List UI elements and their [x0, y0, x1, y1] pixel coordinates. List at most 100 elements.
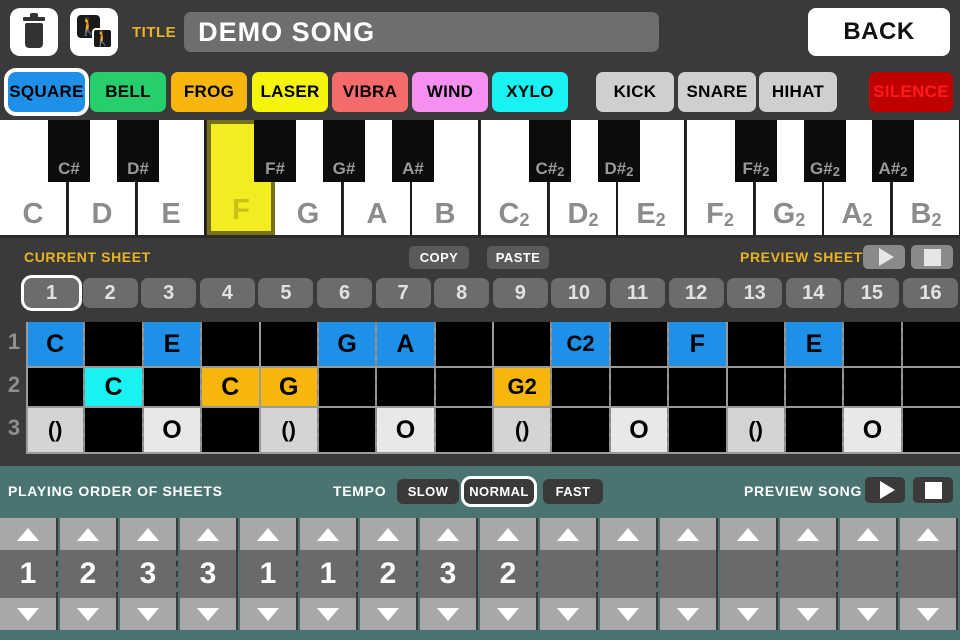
tempo-button-fast[interactable]: FAST: [543, 479, 603, 504]
instrument-button-snare[interactable]: SNARE: [678, 72, 756, 112]
sequence-value-11[interactable]: [600, 550, 658, 598]
instrument-button-silence[interactable]: SILENCE: [869, 72, 953, 112]
sequence-increment-button-11[interactable]: [600, 518, 658, 550]
black-key-dsharp2[interactable]: D#2: [598, 120, 640, 182]
duplicate-icon[interactable]: 🚶 🚶: [70, 8, 118, 56]
sequence-value-12[interactable]: [660, 550, 718, 598]
grid-cell-r3-c15[interactable]: O: [844, 408, 901, 452]
grid-cell-r2-c5[interactable]: G: [260, 368, 317, 406]
sequence-decrement-button-13[interactable]: [720, 598, 778, 630]
grid-cell-r1-c10[interactable]: C2: [552, 322, 609, 366]
sheet-tab-16[interactable]: 16: [903, 278, 958, 308]
instrument-button-xylo[interactable]: XYLO: [492, 72, 568, 112]
grid-cell-r1-c6[interactable]: G: [318, 322, 376, 366]
instrument-button-hihat[interactable]: HIHAT: [759, 72, 837, 112]
sequence-value-8[interactable]: 3: [420, 550, 478, 598]
sequence-value-7[interactable]: 2: [360, 550, 418, 598]
sequence-increment-button-9[interactable]: [480, 518, 538, 550]
sequence-decrement-button-1[interactable]: [0, 598, 58, 630]
grid-cell-r3-c11[interactable]: O: [610, 408, 668, 452]
sequence-decrement-button-16[interactable]: [900, 598, 958, 630]
instrument-button-wind[interactable]: WIND: [412, 72, 488, 112]
sheet-tab-8[interactable]: 8: [434, 278, 490, 308]
sequence-value-15[interactable]: [840, 550, 898, 598]
black-key-gsharp[interactable]: G#: [323, 120, 365, 182]
sequence-increment-button-16[interactable]: [900, 518, 958, 550]
sequence-value-16[interactable]: [900, 550, 958, 598]
grid-cell-r1-c7[interactable]: A: [377, 322, 434, 366]
sequence-decrement-button-9[interactable]: [480, 598, 538, 630]
instrument-button-bell[interactable]: BELL: [90, 72, 166, 112]
grid-cell-r1-c1[interactable]: C: [27, 322, 84, 366]
instrument-button-frog[interactable]: FROG: [171, 72, 247, 112]
sequence-decrement-button-6[interactable]: [300, 598, 358, 630]
preview-song-stop-button[interactable]: [913, 477, 953, 503]
sheet-tab-14[interactable]: 14: [785, 278, 841, 308]
sheet-tab-10[interactable]: 10: [551, 278, 607, 308]
black-key-csharp[interactable]: C#: [48, 120, 90, 182]
sequence-increment-button-3[interactable]: [120, 518, 178, 550]
sequence-value-5[interactable]: 1: [240, 550, 298, 598]
sequence-decrement-button-5[interactable]: [240, 598, 298, 630]
sheet-tab-12[interactable]: 12: [668, 278, 724, 308]
sheet-tab-5[interactable]: 5: [258, 278, 314, 308]
black-key-fsharp[interactable]: F#: [254, 120, 296, 182]
black-key-asharp[interactable]: A#: [392, 120, 434, 182]
sequence-value-10[interactable]: [540, 550, 598, 598]
sequence-decrement-button-15[interactable]: [840, 598, 898, 630]
paste-button[interactable]: PASTE: [487, 246, 549, 269]
sequence-decrement-button-10[interactable]: [540, 598, 598, 630]
grid-cell-r3-c3[interactable]: O: [143, 408, 201, 452]
grid-cell-r1-c14[interactable]: E: [785, 322, 843, 366]
preview-song-play-button[interactable]: [865, 477, 905, 503]
sheet-tab-7[interactable]: 7: [375, 278, 431, 308]
grid-cell-r2-c4[interactable]: C: [202, 368, 259, 406]
tempo-button-slow[interactable]: SLOW: [397, 479, 459, 504]
sheet-tab-4[interactable]: 4: [199, 278, 255, 308]
sequence-increment-button-5[interactable]: [240, 518, 298, 550]
black-key-gsharp2[interactable]: G#2: [804, 120, 846, 182]
sequence-increment-button-6[interactable]: [300, 518, 358, 550]
sequence-value-3[interactable]: 3: [120, 550, 178, 598]
back-button[interactable]: BACK: [808, 8, 950, 56]
sequence-increment-button-13[interactable]: [720, 518, 778, 550]
trash-icon[interactable]: [10, 8, 58, 56]
sequence-decrement-button-12[interactable]: [660, 598, 718, 630]
black-key-fsharp2[interactable]: F#2: [735, 120, 777, 182]
grid-cell-r3-c13[interactable]: (): [727, 408, 784, 452]
grid-cell-r3-c9[interactable]: (): [494, 408, 551, 452]
sheet-tab-6[interactable]: 6: [317, 278, 372, 308]
grid-cell-r3-c5[interactable]: (): [260, 408, 317, 452]
sequence-increment-button-14[interactable]: [780, 518, 838, 550]
sequence-increment-button-1[interactable]: [0, 518, 58, 550]
grid-cell-r1-c12[interactable]: F: [669, 322, 726, 366]
sequence-decrement-button-8[interactable]: [420, 598, 478, 630]
black-key-asharp2[interactable]: A#2: [872, 120, 914, 182]
sheet-tab-1[interactable]: 1: [21, 275, 82, 311]
sequence-decrement-button-11[interactable]: [600, 598, 658, 630]
grid-cell-r2-c2[interactable]: C: [85, 368, 142, 406]
sheet-tab-3[interactable]: 3: [141, 278, 197, 308]
black-key-dsharp[interactable]: D#: [117, 120, 159, 182]
sequence-increment-button-2[interactable]: [60, 518, 118, 550]
sequence-increment-button-7[interactable]: [360, 518, 418, 550]
sequence-value-1[interactable]: 1: [0, 550, 58, 598]
tempo-button-normal[interactable]: NORMAL: [461, 476, 537, 507]
sequence-increment-button-4[interactable]: [180, 518, 238, 550]
instrument-button-kick[interactable]: KICK: [596, 72, 674, 112]
sequence-value-14[interactable]: [780, 550, 838, 598]
sequence-decrement-button-7[interactable]: [360, 598, 418, 630]
sheet-tab-9[interactable]: 9: [492, 278, 548, 308]
grid-cell-r3-c7[interactable]: O: [377, 408, 434, 452]
sequence-decrement-button-3[interactable]: [120, 598, 178, 630]
copy-button[interactable]: COPY: [409, 246, 469, 269]
grid-cell-r3-c1[interactable]: (): [27, 408, 84, 452]
sequence-increment-button-15[interactable]: [840, 518, 898, 550]
instrument-button-vibra[interactable]: VIBRA: [332, 72, 408, 112]
grid-cell-r2-c9[interactable]: G2: [494, 368, 551, 406]
sequence-decrement-button-4[interactable]: [180, 598, 238, 630]
preview-sheet-play-button[interactable]: [863, 245, 905, 269]
sequence-value-4[interactable]: 3: [180, 550, 238, 598]
sheet-tab-2[interactable]: 2: [82, 278, 138, 308]
sequence-decrement-button-2[interactable]: [60, 598, 118, 630]
